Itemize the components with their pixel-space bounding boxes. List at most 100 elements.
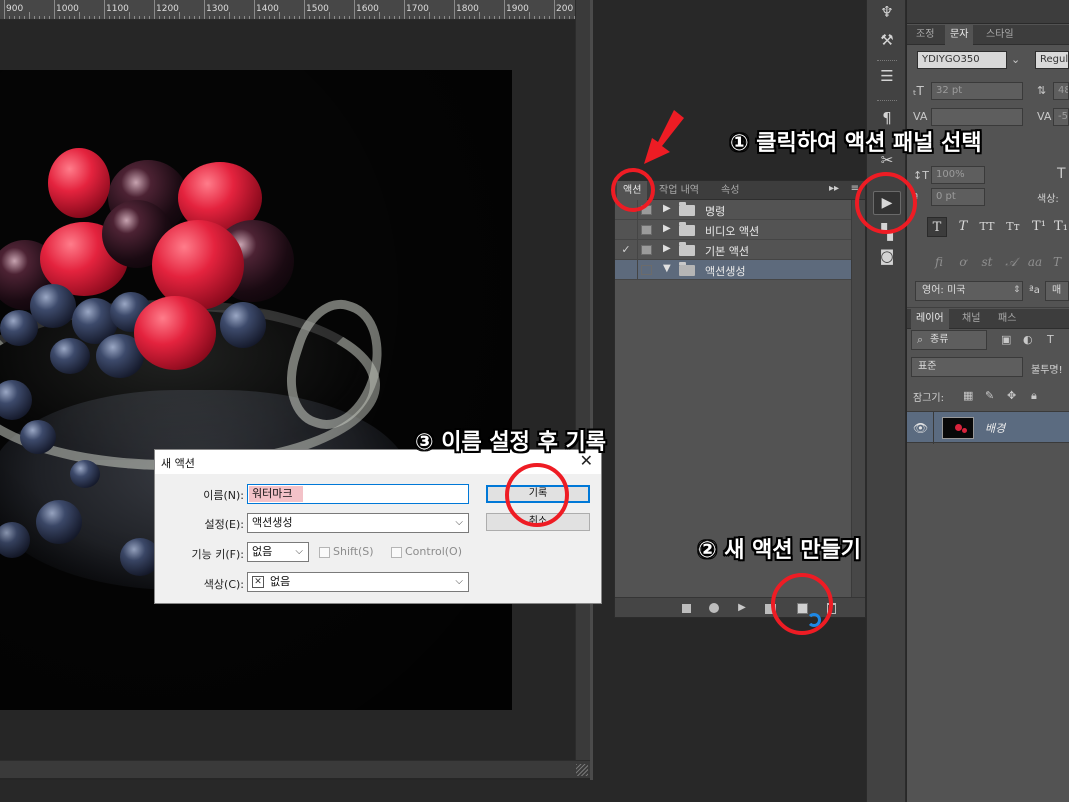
font-style-field[interactable]: Regula <box>1035 51 1069 69</box>
expand-triangle-icon[interactable]: ▶ <box>663 243 671 254</box>
tab-channels[interactable]: 채널 <box>957 309 985 329</box>
lock-transparent-icon[interactable]: ▦ <box>963 389 973 402</box>
ruler-minor-tick <box>384 16 385 19</box>
collapse-triangle-icon[interactable]: ▼ <box>663 263 671 274</box>
dialog-toggle-icon[interactable] <box>641 245 652 255</box>
action-set-select[interactable]: 액션생성 ⌵ <box>247 513 469 533</box>
baseline-field[interactable]: 0 pt <box>931 188 985 206</box>
pixel-filter-icon[interactable]: ▣ <box>1001 333 1011 346</box>
tab-character[interactable]: 문자 <box>945 25 974 45</box>
antialias-select[interactable]: 매 <box>1045 281 1069 301</box>
tab-adjustments[interactable]: 조정 <box>911 25 939 45</box>
control-checkbox[interactable] <box>391 547 402 558</box>
tab-paths[interactable]: 패스 <box>993 309 1021 329</box>
ligature-button[interactable]: ﬁ <box>929 252 949 272</box>
subscript-button[interactable]: T₁ <box>1051 217 1069 237</box>
ruler-minor-tick <box>334 16 335 19</box>
chevron-down-icon[interactable]: ⌄ <box>1011 53 1020 66</box>
tab-history[interactable]: 작업 내역 <box>653 181 705 200</box>
document-frame <box>590 0 593 780</box>
brush-icon[interactable]: ♆ <box>876 2 898 22</box>
color-select[interactable]: ✕ 없음 ⌵ <box>247 572 469 592</box>
tracking-field[interactable]: -50 <box>1053 108 1069 126</box>
info-icon[interactable]: ◙ <box>876 246 898 266</box>
ruler-minor-tick <box>359 16 360 19</box>
collapse-panel-icon[interactable]: ▸▸ <box>829 183 839 194</box>
canvas-photo[interactable] <box>0 70 512 710</box>
oldstyle-button[interactable]: ơ <box>953 252 973 272</box>
ruler-minor-tick <box>224 16 225 19</box>
ruler-minor-tick <box>539 16 540 19</box>
tracking-icon: VA <box>1037 110 1052 123</box>
highlight-circle-actions-tab <box>611 168 655 212</box>
leading-field[interactable]: 48 p <box>1053 82 1069 100</box>
ruler-minor-tick <box>324 16 325 19</box>
leading-icon: ⇅ <box>1037 84 1047 97</box>
dialog-toggle-icon[interactable] <box>641 225 652 235</box>
action-name-input[interactable]: 워터마크 <box>247 484 469 504</box>
ruler-minor-tick <box>569 16 570 19</box>
dialog-toggle-icon[interactable] <box>641 265 652 275</box>
stylistic-button[interactable]: aa <box>1025 252 1045 272</box>
layer-name[interactable]: 배경 <box>985 420 1005 436</box>
action-set-row[interactable]: ✓ ▶ 기본 액션 <box>615 240 853 260</box>
font-family-field[interactable]: YDIYGO350 <box>917 51 1007 69</box>
highlight-circle-actions-button <box>855 172 917 234</box>
action-set-row-selected[interactable]: ▼ 액션생성 <box>615 260 853 280</box>
faux-italic-button[interactable]: T <box>953 217 973 237</box>
ruler-label: 900 <box>6 4 24 14</box>
lock-all-icon[interactable]: 🔒︎ <box>1031 389 1037 403</box>
vertical-scale-field[interactable]: 100% <box>931 166 985 184</box>
superscript-button[interactable]: T¹ <box>1029 217 1049 237</box>
ruler-minor-tick <box>134 16 135 19</box>
expand-triangle-icon[interactable]: ▶ <box>663 203 671 214</box>
lock-image-icon[interactable]: ✎ <box>985 389 994 402</box>
character-panel-tabs: 조정 문자 스타일 <box>907 25 1069 45</box>
faux-bold-button[interactable]: T <box>927 217 947 237</box>
expand-triangle-icon[interactable]: ▶ <box>663 223 671 234</box>
ruler-label: 1300 <box>206 4 229 14</box>
all-caps-button[interactable]: TT <box>977 217 997 237</box>
open-folder-icon <box>679 262 695 276</box>
tool-presets-icon[interactable]: ⚒ <box>876 30 898 50</box>
ruler-minor-tick <box>49 16 50 19</box>
chevron-down-icon: ⌵ <box>455 517 463 528</box>
discretionary-ligature-button[interactable]: st <box>977 252 997 272</box>
lock-position-icon[interactable]: ✥ <box>1007 389 1016 402</box>
stop-icon[interactable] <box>682 604 691 613</box>
resize-grip[interactable] <box>576 764 588 776</box>
color-label: 색상(C): <box>203 578 244 591</box>
ruler-major-tick <box>4 0 5 19</box>
action-toggle-checkbox[interactable] <box>615 220 638 240</box>
ruler-minor-tick <box>84 16 85 19</box>
small-caps-button[interactable]: Tт <box>1003 217 1023 237</box>
layer-row-background[interactable]: 👁︎ 배경 <box>907 411 1069 444</box>
ordinal-button[interactable]: T <box>1047 252 1067 272</box>
thumb-berry <box>962 428 967 433</box>
font-size-field[interactable]: 32 pt <box>931 82 1023 100</box>
layer-thumbnail <box>942 417 974 439</box>
kerning-field[interactable] <box>931 108 1023 126</box>
tab-layers[interactable]: 레이어 <box>911 309 949 329</box>
blend-mode-select[interactable]: 표준 <box>911 357 1023 377</box>
swash-button[interactable]: 𝒜 <box>1001 252 1021 272</box>
panel-divider <box>907 307 1069 308</box>
language-select[interactable]: 영어: 미국 <box>915 281 1023 301</box>
ruler-minor-tick <box>464 16 465 19</box>
ruler-minor-tick <box>34 16 35 19</box>
action-set-row[interactable]: ▶ 비디오 액션 <box>615 220 853 240</box>
tab-styles[interactable]: 스타일 <box>981 25 1019 45</box>
type-filter-icon[interactable]: T <box>1047 333 1054 346</box>
ruler-minor-tick <box>564 16 565 19</box>
function-key-select[interactable]: 없음 ⌵ <box>247 542 309 562</box>
horizontal-scrollbar[interactable] <box>0 760 592 778</box>
record-icon[interactable] <box>709 603 719 613</box>
eye-icon[interactable]: 👁︎ <box>913 421 928 435</box>
action-toggle-checkbox[interactable]: ✓ <box>615 240 638 260</box>
adjustment-filter-icon[interactable]: ◐ <box>1023 333 1033 346</box>
paragraph-styles-icon[interactable]: ☰ <box>876 66 898 86</box>
shift-checkbox[interactable] <box>319 547 330 558</box>
tab-properties[interactable]: 속성 <box>715 181 745 200</box>
play-icon[interactable]: ▶ <box>736 602 748 614</box>
action-toggle-checkbox[interactable] <box>615 260 638 280</box>
